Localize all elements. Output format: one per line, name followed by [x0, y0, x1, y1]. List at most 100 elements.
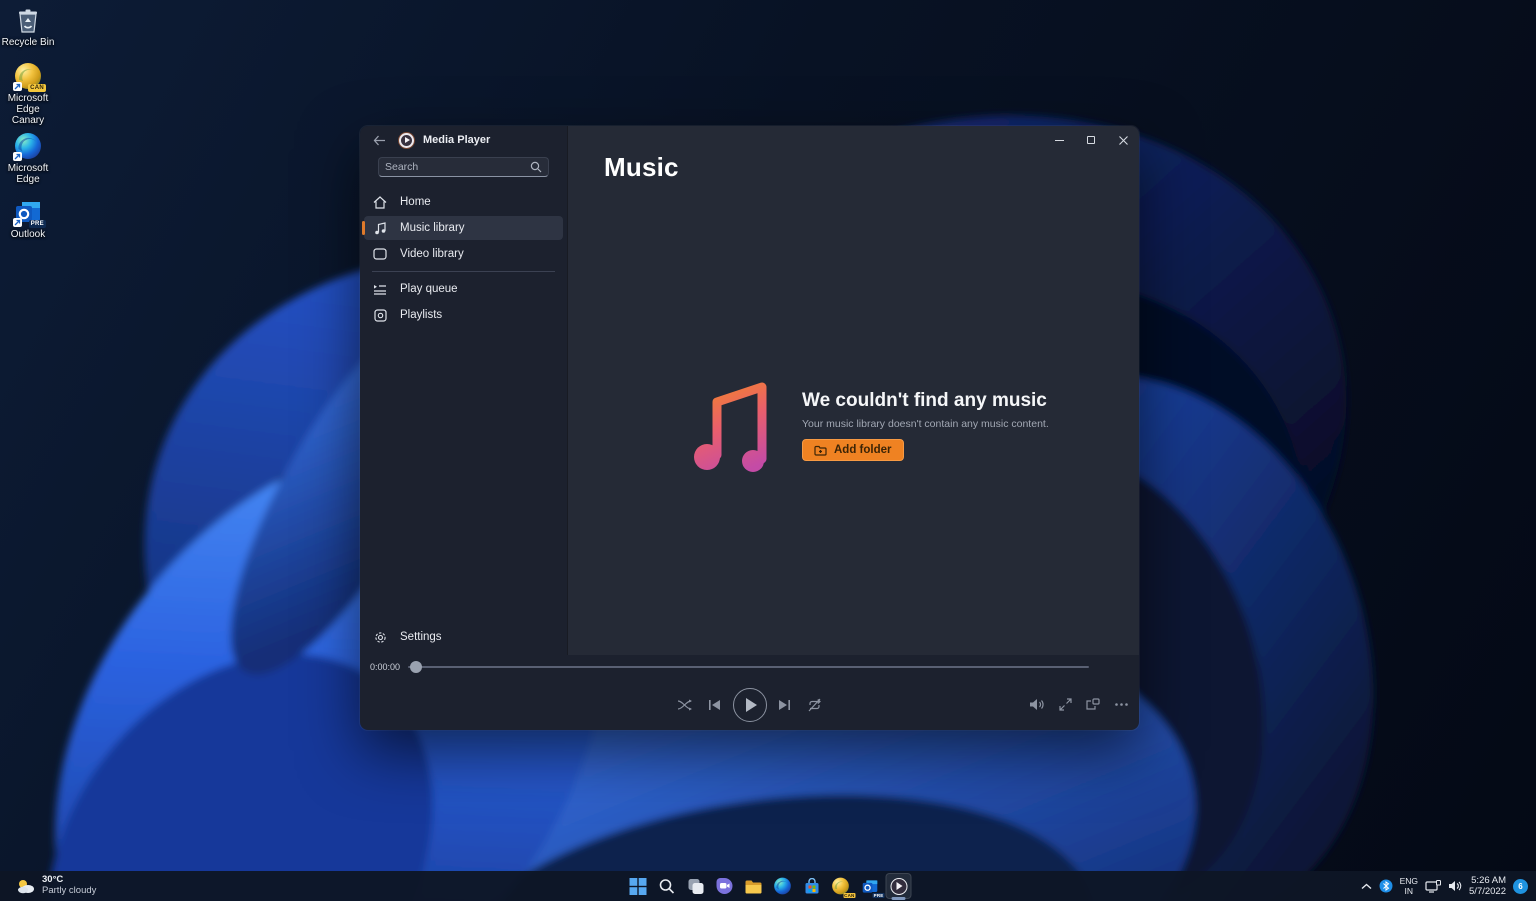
date-label: 5/7/2022	[1469, 886, 1506, 897]
outlook-button[interactable]: PRE	[857, 873, 883, 899]
player-bar: 0:00:00	[360, 655, 1139, 730]
folder-add-icon	[814, 445, 827, 456]
desktop-icon-recycle-bin[interactable]: Recycle Bin	[0, 6, 56, 48]
start-button[interactable]	[625, 873, 651, 899]
sidebar-item-label: Video library	[400, 248, 464, 260]
add-folder-label: Add folder	[834, 444, 892, 456]
search-button[interactable]	[654, 873, 680, 899]
shuffle-icon	[677, 699, 693, 711]
fullscreen-button[interactable]	[1053, 688, 1077, 720]
page-title: Music	[604, 152, 679, 183]
canary-badge: CAN	[28, 84, 46, 92]
maximize-button[interactable]	[1075, 126, 1107, 154]
elapsed-time: 0:00:00	[370, 662, 400, 672]
shuffle-button[interactable]	[673, 689, 697, 721]
bluetooth-button[interactable]	[1379, 879, 1393, 893]
chevron-up-button[interactable]	[1361, 883, 1372, 890]
play-button[interactable]	[733, 688, 767, 722]
shortcut-arrow-icon	[13, 152, 22, 161]
search-input[interactable]	[385, 161, 530, 173]
next-button[interactable]	[773, 689, 797, 721]
add-folder-button[interactable]: Add folder	[802, 439, 904, 461]
desktop-icon-outlook[interactable]: PRE Outlook	[0, 198, 56, 240]
clock[interactable]: 5:26 AM 5/7/2022	[1469, 875, 1506, 898]
sidebar-item-music-library[interactable]: Music library	[364, 216, 563, 240]
sidebar-item-video-library[interactable]: Video library	[364, 242, 563, 266]
task-view-button[interactable]	[683, 873, 709, 899]
fullscreen-icon	[1059, 698, 1072, 711]
notification-badge[interactable]: 6	[1513, 879, 1528, 894]
selection-accent-bar	[362, 221, 365, 235]
recycle-bin-icon	[14, 6, 42, 34]
search-box[interactable]	[378, 157, 549, 177]
chat-icon	[716, 877, 734, 895]
desktop-icon-label: Microsoft Edge	[0, 163, 56, 185]
edge-canary-icon: CAN	[14, 62, 42, 90]
edge-icon	[774, 877, 792, 895]
sidebar-item-label: Home	[400, 196, 431, 208]
active-app-indicator	[892, 897, 906, 900]
seek-bar[interactable]	[408, 666, 1089, 668]
previous-button[interactable]	[703, 689, 727, 721]
desktop-icon-edge-canary[interactable]: CAN Microsoft Edge Canary	[0, 62, 56, 126]
seek-handle[interactable]	[410, 661, 422, 673]
shortcut-arrow-icon	[13, 218, 22, 227]
music-note-icon	[372, 222, 388, 235]
empty-state-subtitle: Your music library doesn't contain any m…	[802, 418, 1049, 430]
desktop: Recycle Bin CAN Microsoft Edge Canary Mi…	[0, 0, 1536, 901]
system-tray: ENG IN 5:26 AM 5/7/2022 6	[1361, 871, 1532, 901]
language-indicator[interactable]: ENG IN	[1400, 876, 1418, 896]
desktop-icon-label: Microsoft Edge Canary	[0, 93, 56, 126]
more-icon	[1115, 703, 1128, 706]
sidebar-item-play-queue[interactable]: Play queue	[364, 277, 563, 301]
desktop-icon-label: Recycle Bin	[2, 37, 55, 48]
weather-widget[interactable]: 30°C Partly cloudy	[10, 871, 102, 901]
window-controls	[1043, 126, 1139, 154]
minimize-icon	[1055, 140, 1064, 141]
playlist-icon	[372, 309, 388, 322]
music-note-gradient-icon	[692, 376, 774, 472]
file-explorer-button[interactable]	[741, 873, 767, 899]
mini-player-button[interactable]	[1081, 688, 1105, 720]
sidebar-item-settings[interactable]: Settings	[364, 625, 563, 649]
sidebar-separator	[372, 271, 555, 272]
edge-icon	[14, 132, 42, 160]
titlebar: Media Player	[360, 126, 490, 154]
repeat-off-button[interactable]	[803, 689, 827, 721]
edge-canary-button[interactable]: CAN	[828, 873, 854, 899]
content-area: Music We couldn't find any music Your mu…	[567, 126, 1139, 655]
store-button[interactable]	[799, 873, 825, 899]
volume-button[interactable]	[1448, 880, 1462, 892]
time-label: 5:26 AM	[1471, 875, 1506, 886]
desktop-icon-label: Outlook	[11, 229, 45, 240]
outlook-icon	[861, 878, 878, 895]
chat-button[interactable]	[712, 873, 738, 899]
desktop-icon-edge[interactable]: Microsoft Edge	[0, 132, 56, 185]
empty-state-heading: We couldn't find any music	[802, 390, 1049, 412]
media-player-icon	[890, 878, 907, 895]
search-icon	[659, 878, 675, 894]
window-title: Media Player	[423, 134, 490, 146]
edge-button[interactable]	[770, 873, 796, 899]
shortcut-arrow-icon	[13, 82, 22, 91]
home-icon	[372, 196, 388, 209]
sidebar-item-home[interactable]: Home	[364, 190, 563, 214]
sidebar-item-playlists[interactable]: Playlists	[364, 303, 563, 327]
store-icon	[803, 878, 820, 895]
back-button[interactable]	[368, 129, 390, 151]
next-icon	[778, 699, 791, 711]
minimize-button[interactable]	[1043, 126, 1075, 154]
more-button[interactable]	[1109, 688, 1133, 720]
sidebar: Media Player Home	[360, 126, 567, 655]
start-icon	[629, 878, 646, 895]
language-top: ENG	[1400, 876, 1418, 886]
media-player-button[interactable]	[886, 873, 912, 899]
sidebar-nav: Home Music library Video library	[360, 188, 567, 329]
search-icon	[530, 161, 542, 173]
taskbar: 30°C Partly cloudy	[0, 871, 1536, 901]
outlook-badge: PRE	[873, 893, 885, 898]
close-button[interactable]	[1107, 126, 1139, 154]
network-button[interactable]	[1425, 880, 1441, 893]
secondary-controls	[1025, 688, 1133, 720]
volume-button[interactable]	[1025, 688, 1049, 720]
